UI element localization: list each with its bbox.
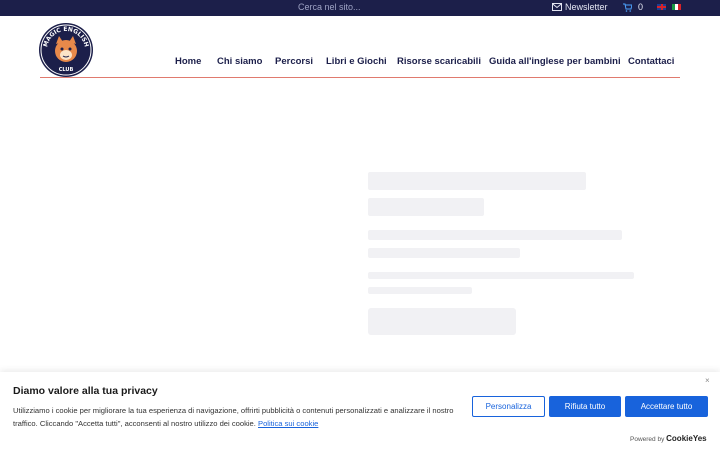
- accept-all-button[interactable]: Accettare tutto: [625, 396, 708, 417]
- magic-english-club-logo[interactable]: MAGIC ENGLISH CLUB: [38, 22, 94, 78]
- powered-by: Powered by CookieYes: [630, 434, 707, 443]
- placeholder-bar: [368, 198, 484, 216]
- cookie-policy-link[interactable]: Politica sui cookie: [258, 419, 318, 428]
- hero-loading-placeholder: [368, 172, 658, 343]
- site-header: MAGIC ENGLISH CLUB Home Chi siamo Percor…: [0, 16, 720, 78]
- cookie-text: Utilizziamo i cookie per migliorare la t…: [13, 406, 454, 428]
- italy-flag-icon[interactable]: [672, 4, 681, 10]
- cart-icon: [623, 3, 632, 12]
- cookie-description: Utilizziamo i cookie per migliorare la t…: [13, 405, 458, 430]
- placeholder-button: [368, 308, 516, 335]
- envelope-icon: [552, 3, 562, 11]
- nav-item-contattaci[interactable]: Contattaci: [628, 56, 674, 67]
- placeholder-bar: [368, 272, 634, 279]
- uk-flag-icon[interactable]: [657, 4, 666, 10]
- reject-all-button[interactable]: Rifiuta tutto: [549, 396, 621, 417]
- main-navigation: Home Chi siamo Percorsi Libri e Giochi R…: [175, 56, 674, 67]
- cookieyes-brand: CookieYes: [666, 434, 707, 443]
- nav-item-home[interactable]: Home: [175, 56, 217, 67]
- nav-item-risorse-scaricabili[interactable]: Risorse scaricabili: [397, 56, 489, 67]
- nav-item-guida[interactable]: Guida all'inglese per bambini: [489, 56, 628, 67]
- language-switcher: [657, 4, 681, 10]
- nav-item-percorsi[interactable]: Percorsi: [275, 56, 326, 67]
- placeholder-bar: [368, 287, 472, 294]
- nav-item-chi-siamo[interactable]: Chi siamo: [217, 56, 275, 67]
- customize-button[interactable]: Personalizza: [472, 396, 545, 417]
- placeholder-bar: [368, 230, 622, 240]
- cart-link[interactable]: 0: [623, 2, 643, 12]
- newsletter-label: Newsletter: [565, 2, 608, 12]
- cookie-title: Diamo valore alla tua privacy: [13, 385, 158, 397]
- top-bar: Cerca nel sito... Newsletter 0: [0, 0, 720, 16]
- header-divider: [40, 77, 680, 78]
- newsletter-link[interactable]: Newsletter: [552, 2, 608, 12]
- nav-item-libri-e-giochi[interactable]: Libri e Giochi: [326, 56, 397, 67]
- placeholder-bar: [368, 172, 586, 190]
- svg-text:CLUB: CLUB: [59, 67, 74, 73]
- placeholder-bar: [368, 248, 520, 258]
- cart-count: 0: [638, 2, 644, 12]
- powered-by-label: Powered by: [630, 436, 665, 443]
- site-search-input[interactable]: Cerca nel sito...: [298, 2, 361, 12]
- close-icon[interactable]: ×: [705, 376, 710, 385]
- cookie-consent-banner: × Diamo valore alla tua privacy Utilizzi…: [0, 372, 720, 450]
